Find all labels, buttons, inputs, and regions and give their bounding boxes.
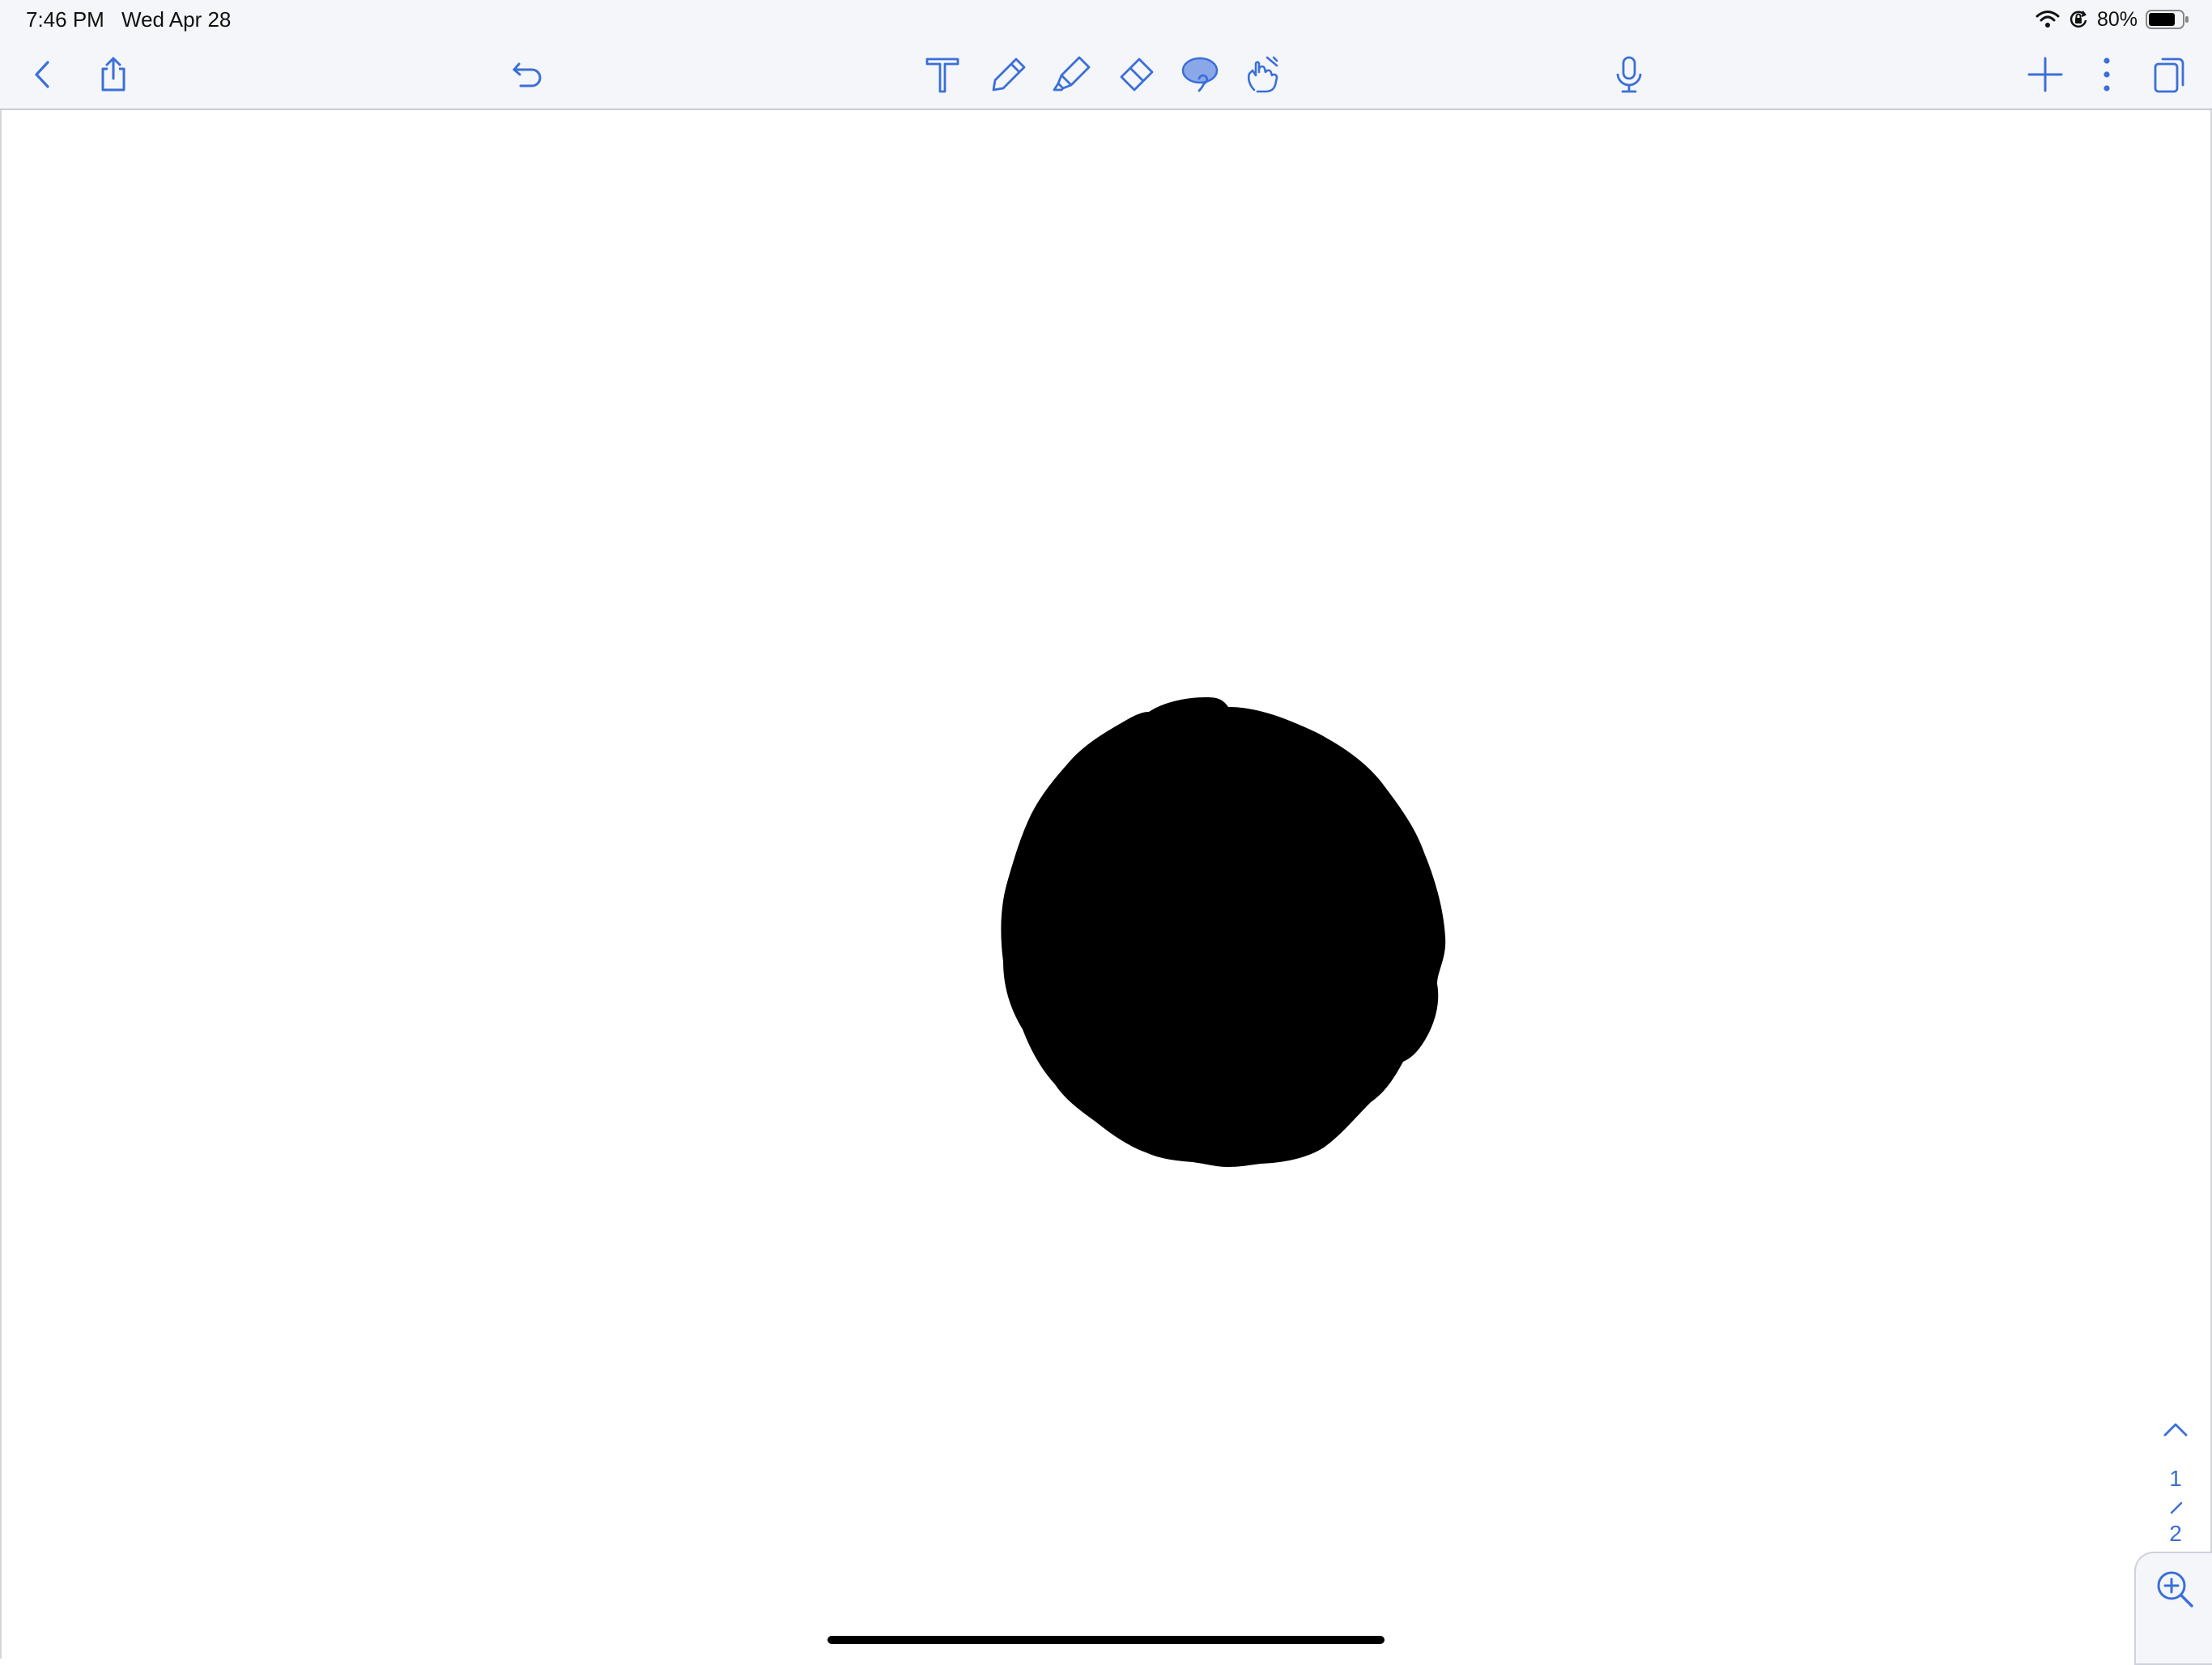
share-button[interactable] — [87, 49, 139, 100]
pen-tool-icon — [992, 57, 1026, 92]
back-chevron-icon — [35, 61, 49, 88]
home-indicator[interactable] — [827, 1636, 1385, 1644]
note-canvas[interactable]: 1 2 — [0, 110, 2212, 1659]
pages-button[interactable] — [2142, 49, 2194, 100]
toolbar — [0, 39, 2212, 110]
eraser-tool-icon — [1120, 57, 1154, 92]
page-separator — [2170, 1501, 2183, 1514]
current-page-number: 1 — [2169, 1466, 2182, 1491]
more-options-icon — [2104, 57, 2110, 92]
pages-icon — [2154, 57, 2184, 93]
status-indicators: 80% — [2035, 5, 2189, 34]
lasso-tool-button[interactable] — [1174, 49, 1226, 100]
text-tool-button[interactable] — [917, 49, 968, 100]
microphone-icon — [1616, 56, 1642, 93]
undo-button[interactable] — [502, 49, 554, 100]
status-bar: 7:46 PM Wed Apr 28 80% — [0, 0, 2212, 39]
wifi-icon — [2035, 11, 2060, 28]
pen-tool-button[interactable] — [983, 49, 1035, 100]
status-time: 7:46 PM — [26, 7, 104, 32]
total-pages-number: 2 — [2169, 1521, 2182, 1546]
microphone-button[interactable] — [1603, 49, 1655, 100]
hand-tool-button[interactable] — [1237, 49, 1289, 100]
share-icon — [101, 57, 125, 92]
zoom-button[interactable] — [2134, 1552, 2212, 1665]
battery-percentage: 80% — [2096, 7, 2138, 31]
undo-icon — [513, 62, 542, 87]
battery-icon — [2146, 10, 2189, 29]
more-options-button[interactable] — [2081, 49, 2133, 100]
status-date: Wed Apr 28 — [121, 7, 232, 32]
hand-tool-icon — [1247, 56, 1278, 93]
highlighter-tool-button[interactable] — [1046, 49, 1098, 100]
add-icon — [2027, 57, 2063, 92]
ink-scribble[interactable] — [993, 697, 1463, 1167]
zoom-in-icon — [2157, 1571, 2193, 1608]
add-button[interactable] — [2019, 49, 2071, 100]
eraser-tool-button[interactable] — [1109, 49, 1161, 100]
text-tool-icon — [925, 57, 959, 93]
previous-page-chevron-icon[interactable] — [2155, 1414, 2196, 1446]
lasso-tool-icon — [1181, 57, 1219, 92]
back-button[interactable] — [18, 49, 70, 100]
highlighter-tool-icon — [1053, 56, 1091, 92]
orientation-lock-icon — [2069, 11, 2087, 28]
